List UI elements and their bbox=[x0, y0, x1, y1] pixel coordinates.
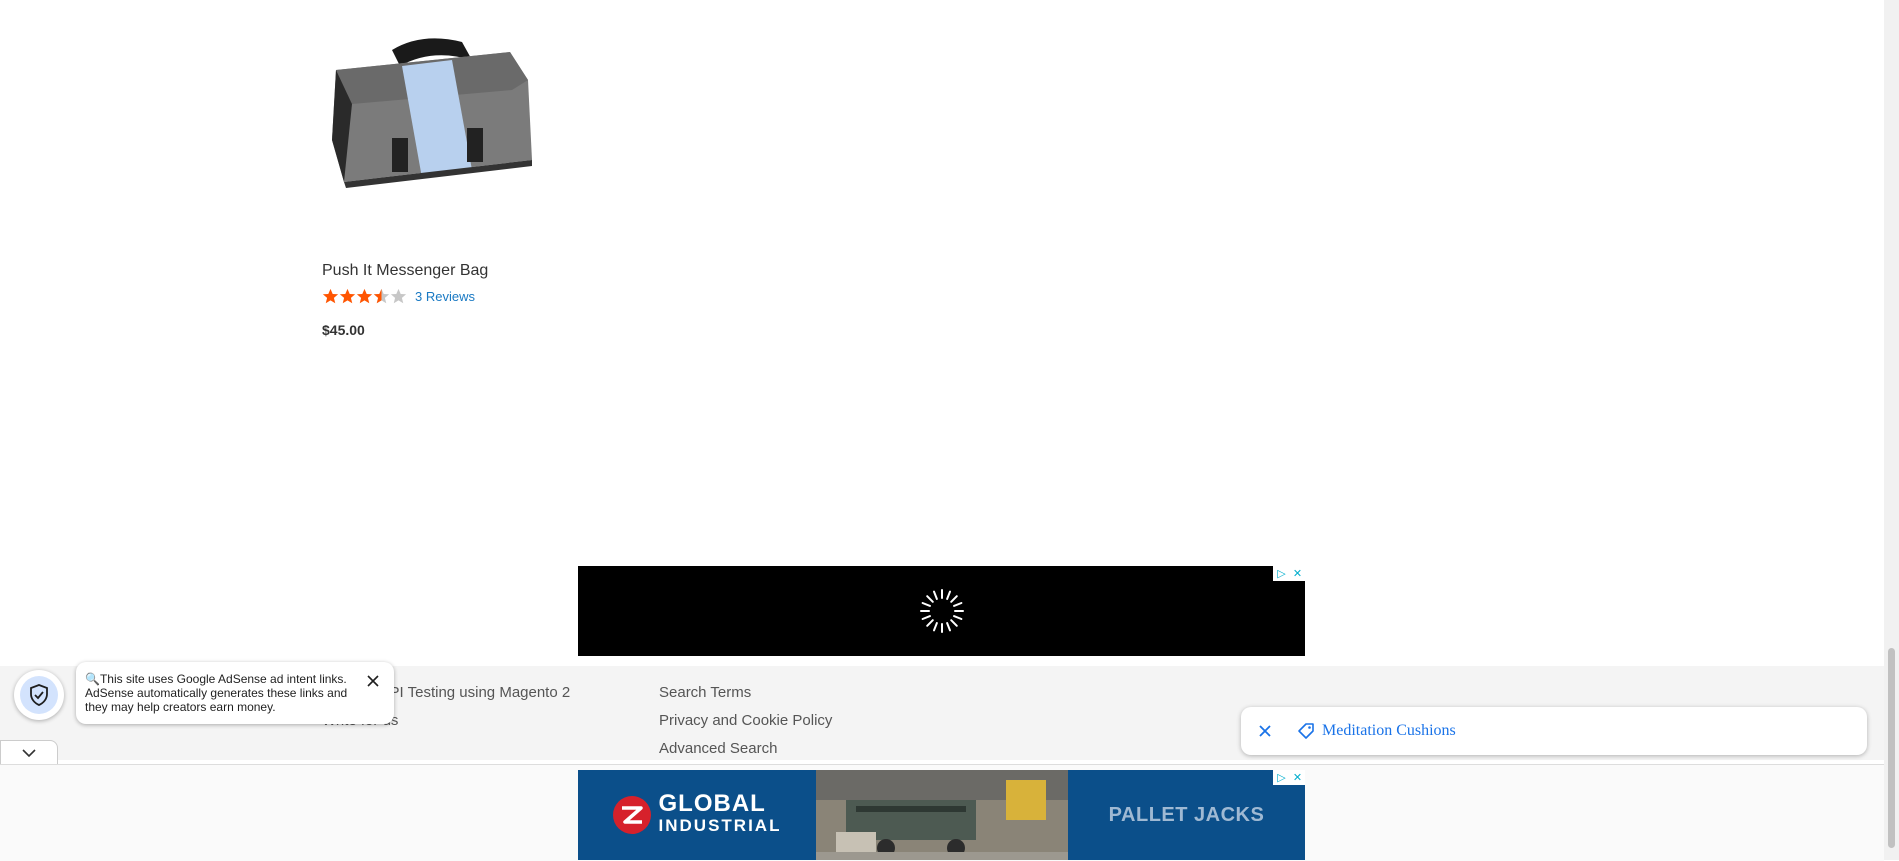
star-half-icon bbox=[373, 288, 390, 304]
tag-icon bbox=[1298, 723, 1314, 739]
rating-summary: 3 Reviews bbox=[322, 288, 475, 305]
footer-link-search-terms[interactable]: Search Terms bbox=[659, 684, 832, 704]
ad-product-photo bbox=[816, 770, 1068, 860]
ad-intent-chip[interactable]: Meditation Cushions bbox=[1241, 707, 1867, 755]
footer-links-col2: Search Terms Privacy and Cookie Policy A… bbox=[659, 684, 832, 760]
product-image[interactable] bbox=[322, 20, 542, 200]
loading-spinner-icon bbox=[920, 589, 964, 633]
shield-check-icon bbox=[30, 684, 48, 706]
scrollbar-thumb[interactable] bbox=[1888, 648, 1895, 848]
product-price: $45.00 bbox=[322, 322, 365, 338]
magnifier-icon: 🔍 bbox=[85, 672, 100, 686]
chevron-down-icon bbox=[22, 749, 36, 757]
ad-controls: ▷ ✕ bbox=[1273, 770, 1305, 785]
shield-badge bbox=[20, 676, 58, 714]
star-icon bbox=[356, 288, 373, 304]
ad-brand-line2: INDUSTRIAL bbox=[658, 816, 782, 835]
adchoices-icon[interactable]: ▷ bbox=[1273, 566, 1289, 581]
ad-logo: GLOBAL INDUSTRIAL bbox=[578, 770, 816, 860]
star-icon bbox=[322, 288, 339, 304]
close-icon[interactable] bbox=[1257, 723, 1273, 739]
display-ad-bottom[interactable]: GLOBAL INDUSTRIAL PALLET JACKS ▷ ✕ bbox=[578, 770, 1305, 860]
chip-label[interactable]: Meditation Cushions bbox=[1322, 722, 1456, 740]
rating-stars bbox=[322, 288, 407, 305]
star-icon bbox=[339, 288, 356, 304]
footer-link-privacy[interactable]: Privacy and Cookie Policy bbox=[659, 712, 832, 732]
adsense-intent-notice: 🔍This site uses Google AdSense ad intent… bbox=[76, 662, 394, 724]
brand-logo-icon bbox=[612, 796, 651, 834]
display-ad-top[interactable]: ▷ ✕ bbox=[578, 566, 1305, 656]
ad-close-icon[interactable]: ✕ bbox=[1289, 566, 1305, 581]
reviews-link[interactable]: 3 Reviews bbox=[415, 289, 475, 304]
star-empty-icon bbox=[390, 288, 407, 304]
ad-headline: PALLET JACKS bbox=[1108, 803, 1265, 826]
notice-text: This site uses Google AdSense ad intent … bbox=[85, 672, 348, 714]
ad-close-icon[interactable]: ✕ bbox=[1289, 770, 1305, 785]
ad-brand-line1: GLOBAL bbox=[658, 790, 766, 817]
page-scrollbar[interactable] bbox=[1884, 0, 1899, 860]
product-name-link[interactable]: Push It Messenger Bag bbox=[322, 262, 488, 280]
footer-link-advanced-search[interactable]: Advanced Search bbox=[659, 740, 832, 760]
ad-controls: ▷ ✕ bbox=[1273, 566, 1305, 581]
notice-close-icon[interactable] bbox=[366, 674, 380, 688]
adchoices-icon[interactable]: ▷ bbox=[1273, 770, 1289, 785]
collapse-toggle[interactable] bbox=[0, 740, 58, 766]
ad-intent-shield-button[interactable] bbox=[14, 670, 64, 720]
